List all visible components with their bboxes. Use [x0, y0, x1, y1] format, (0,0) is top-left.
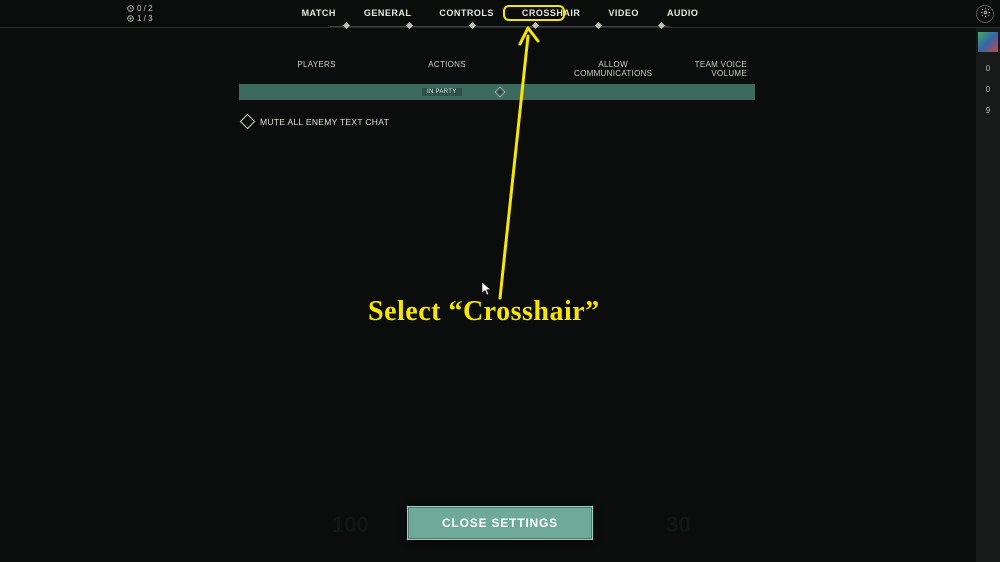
sidebar-value-0: 0 [986, 64, 990, 73]
nav-general[interactable]: GENERAL [350, 4, 426, 22]
col-allow-comm: ALLOW COMMUNICATIONS [561, 60, 665, 78]
score-box: 0 / 2 1 / 3 [127, 4, 153, 23]
col-actions: ACTIONS [390, 60, 504, 78]
col-players: PLAYERS [243, 60, 390, 78]
match-settings-panel: PLAYERS ACTIONS ALLOW COMMUNICATIONS TEA… [239, 60, 755, 100]
sidebar-value-2: 9 [986, 106, 990, 115]
nav-audio[interactable]: AUDIO [653, 4, 713, 22]
score-bottom: 1 / 3 [137, 14, 153, 23]
nav-controls[interactable]: CONTROLS [425, 4, 508, 22]
nav-video[interactable]: VIDEO [594, 4, 653, 22]
clock-icon [127, 5, 134, 12]
mute-label: MUTE ALL ENEMY TEXT CHAT [260, 117, 389, 127]
bg-number-left: 100 [332, 512, 369, 538]
gear-icon [980, 7, 991, 21]
right-sidebar: 0 0 9 [976, 28, 1000, 562]
score-top: 0 / 2 [137, 4, 153, 13]
nav-match[interactable]: MATCH [288, 4, 350, 22]
row-marker-icon [494, 86, 505, 97]
mute-enemy-chat-toggle[interactable]: MUTE ALL ENEMY TEXT CHAT [242, 116, 389, 127]
target-icon [127, 15, 134, 22]
nav-dots [344, 23, 664, 28]
checkbox-icon [240, 114, 256, 130]
player-row[interactable]: IN PARTY [239, 84, 755, 100]
mouse-cursor-icon [482, 282, 492, 296]
sidebar-value-1: 0 [986, 85, 990, 94]
party-badge: IN PARTY [422, 88, 462, 96]
column-headers: PLAYERS ACTIONS ALLOW COMMUNICATIONS TEA… [239, 60, 755, 84]
close-settings-button[interactable]: CLOSE SETTINGS [407, 506, 593, 540]
annotation-text: Select “Crosshair” [368, 296, 600, 328]
col-team-volume: TEAM VOICE VOLUME [665, 60, 751, 78]
bg-number-right: 30 [666, 512, 690, 538]
avatar[interactable] [978, 32, 998, 52]
nav-crosshair[interactable]: CROSSHAIR [508, 4, 595, 22]
settings-gear-button[interactable] [976, 5, 994, 23]
settings-nav: MATCH GENERAL CONTROLS CROSSHAIR VIDEO A… [288, 4, 713, 22]
